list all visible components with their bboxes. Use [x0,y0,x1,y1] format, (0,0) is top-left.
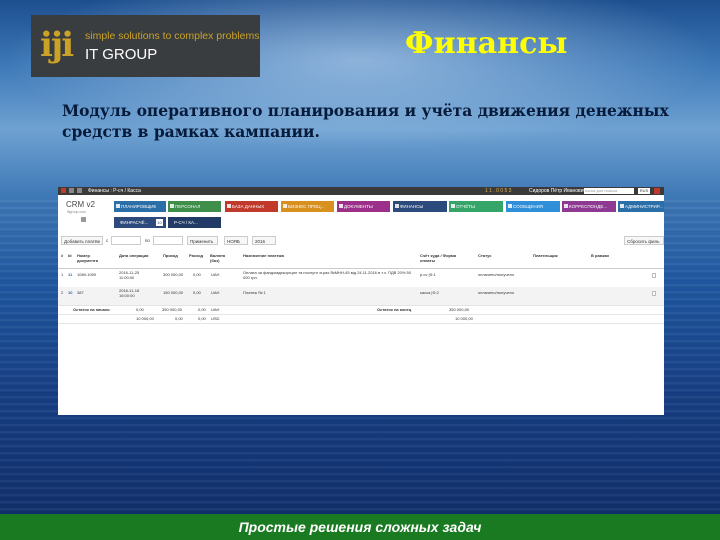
col-currency[interactable]: Валюта (баз) [210,253,230,263]
table-row[interactable]: 1 11 1089-1090 2016-11-25 11:00:00 300 0… [58,269,664,288]
logo-tagline: simple solutions to complex problems [85,30,260,42]
summary-start-c: 0,00 [198,316,206,321]
row-expense: 0,00 [193,290,201,295]
module-planner[interactable]: ПЛАНИРОВЩИК [114,201,166,212]
language-select[interactable]: RUS [638,188,650,194]
summary-end-label: Остаток на конец [377,307,412,312]
summary-end-value: 350 000,00 [449,307,470,312]
row-currency: UAH [211,290,220,295]
menu-icon[interactable] [61,188,66,193]
col-income[interactable]: Приход [163,253,178,258]
summary-start-a: 10 000,00 [136,316,154,321]
module-database[interactable]: БАЗА ДАННЫХ [225,201,278,212]
add-payment-button[interactable]: Добавить платёж [61,236,103,245]
home-icon[interactable] [69,188,74,193]
col-doc-number[interactable]: Номер документа [77,253,107,263]
row-checkbox[interactable] [652,273,656,278]
summary-start-c: 0,00 [198,307,206,312]
tab-cash-accounts-label: Р-СЧ / КА... [174,220,198,225]
app-screenshot: Финансы : Р-сч / Касса 1 1 . 0 0 5 3 Сид… [58,187,664,415]
col-within[interactable]: В рамках [591,253,609,258]
reset-filter-button[interactable]: Сбросить филь [624,236,664,245]
help-icon[interactable] [77,188,82,193]
row-income: 150 000,00 [163,290,184,295]
col-operation-date[interactable]: Дата операции [119,253,149,258]
col-id[interactable]: Id [68,253,72,258]
module-documents[interactable]: ДОКУМЕНТЫ [337,201,390,212]
summary-row: Остаток на начало 0,00 350 000,00 0,00 U… [58,306,664,315]
row-id[interactable]: 11 [68,272,72,277]
summary-start-b: 0,00 [175,316,183,321]
module-administration[interactable]: АДМИНИСТРИР... [618,201,664,212]
row-checkbox[interactable] [652,291,656,296]
summary-start-currency: USD [211,316,220,321]
row-status: оплачено/получено [478,272,515,277]
col-purpose[interactable]: Назначение платежа [243,253,284,258]
col-payer[interactable]: Плательщик [533,253,558,258]
row-expense: 0,00 [193,272,201,277]
month-select[interactable]: НОЯБ [224,236,248,245]
row-id[interactable]: 10 [68,290,72,295]
row-purpose: Платеж № 1 [243,290,266,295]
crm-logo: CRM v2 [66,200,95,209]
row-account: р.сч |Ф.1 [420,272,436,277]
footer-bar: Простые решения сложных задач [0,514,720,540]
summary-end-value: 10 000,00 [455,316,473,321]
summary-start-a: 0,00 [136,307,144,312]
logo-mark: iji [40,25,74,65]
module-personnel[interactable]: ПЕРСОНАЛ [168,201,221,212]
row-number: 2 [61,290,64,295]
row-purpose: Оплата за фандомдекоргцил та послуги зг.… [243,270,411,280]
module-reports[interactable]: ОТЧЁТЫ [449,201,503,212]
row-status: оплачено/получено [478,290,515,295]
row-currency: UAH [211,272,220,277]
slide-title: Финансы [405,26,568,61]
year-select[interactable]: 2016 [252,236,276,245]
module-messages[interactable]: СООБЩЕНИЯ [506,201,560,212]
module-business-process[interactable]: БИЗНЕС ПРОЦ... [281,201,334,212]
row-account: касса |Ф.2 [420,290,439,295]
app-topbar: Финансы : Р-сч / Касса 1 1 . 0 0 5 3 Сид… [58,187,664,195]
col-status[interactable]: Статус [478,253,491,258]
app-search-input[interactable]: поиск для поиска [584,188,634,194]
summary-start-b: 350 000,00 [162,307,183,312]
col-number: # [61,253,64,258]
slide-subtitle: Модуль оперативного планирования и учёта… [62,101,669,141]
logout-icon[interactable] [654,188,660,194]
row-date: 2016-11-18 16:00:00 [119,288,140,298]
table-header: # Id Номер документа Дата операции Прихо… [58,250,664,269]
footer-slogan: Простые решения сложных задач [238,519,482,535]
company-logo: iji simple solutions to complex problems… [31,15,260,77]
date-to-label: по [145,238,150,243]
table-row[interactable]: 2 10 387 2016-11-18 16:00:00 150 000,00 … [58,287,664,306]
tab-fin-calc-badge: 10 [156,219,163,226]
summary-start-label: Остаток на начало [73,307,110,312]
tab-cash-accounts[interactable]: Р-СЧ / КА... [168,217,221,228]
apply-button[interactable]: Применить [187,236,218,245]
date-from-input[interactable] [111,236,141,245]
summary-row: 10 000,00 0,00 0,00 USD 10 000,00 [58,315,664,324]
row-doc-number: 1089-1090 [77,272,97,277]
date-to-input[interactable] [153,236,183,245]
logo-name: IT GROUP [85,46,158,63]
current-user[interactable]: Сидоров Пётр Иванович [529,188,586,194]
tab-fin-calc-label: ФИНРАСЧЁ... [120,220,149,225]
row-doc-number: 387 [77,290,84,295]
col-expense[interactable]: Расход [189,253,203,258]
row-number: 1 [61,272,64,277]
user-icon[interactable] [81,217,86,222]
row-date: 2016-11-25 11:00:00 [119,270,140,280]
module-correspondence[interactable]: КОРРЕСПОНДЕ... [562,201,616,212]
date-from-label: с [106,238,109,243]
notification-counters[interactable]: 1 1 . 0 0 5 3 [485,188,511,194]
app-window-title: Финансы : Р-сч / Касса [88,188,141,194]
crm-logo-sub: ifigroup.com [67,210,87,214]
tab-fin-calc[interactable]: ФИНРАСЧЁ... 10 [114,217,166,228]
module-finance[interactable]: ФИНАНСЫ [393,201,447,212]
row-income: 300 000,00 [163,272,184,277]
summary-start-currency: UAH [211,307,220,312]
col-account[interactable]: Счёт куда / Форма оплаты [420,253,466,263]
